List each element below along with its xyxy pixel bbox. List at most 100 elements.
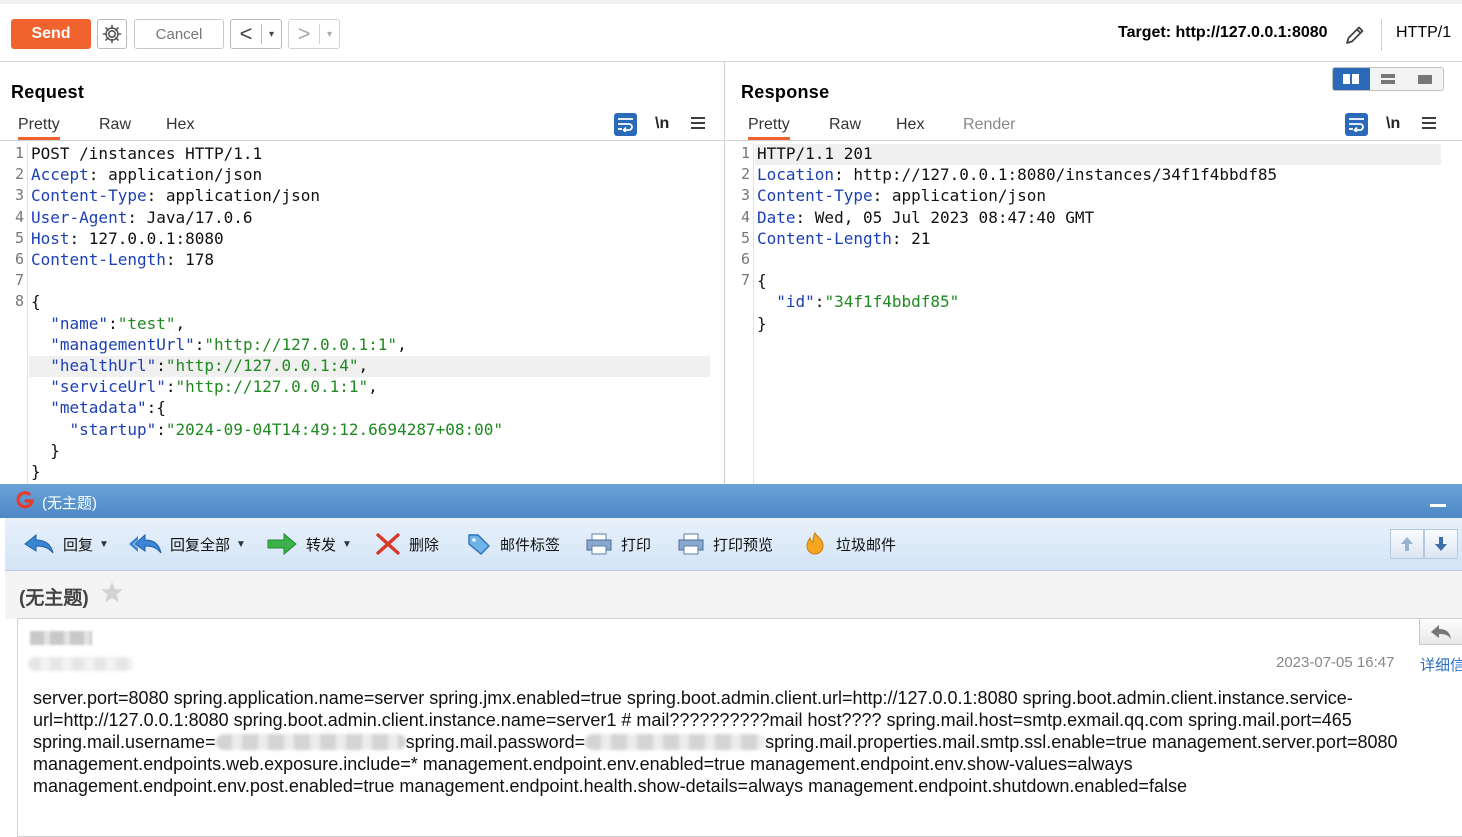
word-wrap-button[interactable] [614,113,637,136]
code-text: } [31,462,41,481]
star-icon[interactable] [101,581,123,603]
code-line: "serviceUrl":"http://127.0.0.1:1", [31,377,378,396]
delete-label: 删除 [409,536,440,554]
header-name: Content-Type [31,186,147,206]
edit-icon[interactable] [1342,22,1368,48]
settings-button[interactable] [97,19,127,49]
word-wrap-button[interactable] [1345,113,1368,136]
header-separator: : [834,165,854,185]
layout-tabs-button[interactable] [1406,68,1443,90]
print-icon [586,533,612,555]
redacted-username [215,734,406,750]
code-line: } [757,314,767,333]
print-button[interactable]: 打印 [585,530,651,558]
sender-address-redacted [28,657,134,671]
show-newlines-button[interactable]: \n [1386,115,1400,133]
tab-raw[interactable]: Raw [99,116,131,134]
spam-button[interactable]: 垃圾邮件 [802,530,896,558]
forward-dropdown-icon[interactable]: ▾ [319,24,339,44]
back-button[interactable]: < ▾ [230,19,282,49]
layout-toggle[interactable] [1332,67,1444,91]
delete-icon [376,533,400,555]
previous-mail-button[interactable] [1390,529,1424,559]
back-dropdown-icon[interactable]: ▾ [261,24,281,44]
code-line: Content-Length: 178 [31,250,214,269]
reply-button[interactable]: 回复 ▼ [23,530,109,558]
line-number: 7 [740,271,750,290]
line-number: 5 [14,228,24,247]
mail-tag-label: 邮件标签 [500,536,561,554]
json-key: "id" [776,292,815,312]
print-label: 打印 [621,536,652,554]
layout-stacked-button[interactable] [1370,68,1407,90]
cancel-button[interactable]: Cancel [134,19,224,49]
request-pane: Request Pretty Raw Hex \n 1 2 3 4 5 6 7 8 POST … [0,62,725,484]
header-separator: : [88,165,109,185]
mail-tag-button[interactable]: 邮件标签 [466,530,560,558]
json-key: "serviceUrl" [50,377,166,397]
json-key: "managementUrl" [50,334,195,354]
mail-username-key: spring.mail.username= [33,732,216,752]
send-button[interactable]: Send [11,19,91,49]
line-number: 7 [14,271,24,290]
mail-content-line: url=http://127.0.0.1:8080 spring.boot.ad… [33,710,1352,730]
response-editor[interactable]: 1 2 3 4 5 6 7 HTTP/1.1 201 Location: http://127… [726,142,1462,484]
code-line: "name":"test", [31,314,185,333]
line-number: 2 [14,165,24,184]
request-editor[interactable]: 1 2 3 4 5 6 7 8 POST /instances HTTP/1.1 Accept:… [0,142,724,484]
json-value: "http://127.0.0.1:1" [204,334,398,354]
json-punctuation: , [175,313,186,333]
print-preview-button[interactable]: 打印预览 [677,530,773,558]
tab-pretty[interactable]: Pretty [18,116,60,140]
tab-raw[interactable]: Raw [829,116,861,134]
http-version-selector[interactable]: HTTP/1 [1396,24,1451,42]
code-text: { [757,271,767,291]
tab-render[interactable]: Render [963,116,1015,134]
header-name: Content-Type [757,186,873,206]
json-colon: : [156,419,166,439]
code-line: Host: 127.0.0.1:8080 [31,229,224,248]
show-newlines-button[interactable]: \n [655,115,669,133]
delete-button[interactable]: 删除 [375,530,439,558]
header-value: application/json [165,186,320,206]
layout-side-by-side-button[interactable] [1333,68,1370,90]
json-colon: : [165,377,176,397]
json-value: "http://127.0.0.1:4" [165,356,359,375]
json-punctuation: { [156,398,166,418]
mail-content-line: spring.mail.username= spring.mail.passwor… [33,731,1458,753]
chevron-down-icon: ▼ [236,538,246,550]
mail-content-line: management.endpoints.web.exposure.includ… [33,754,1133,774]
reply-all-button[interactable]: 回复全部 ▼ [128,530,246,558]
response-title: Response [741,82,830,102]
tab-hex[interactable]: Hex [896,116,924,134]
forward-mail-button[interactable]: 转发 ▼ [266,530,352,558]
quick-reply-button[interactable] [1419,619,1462,645]
mail-detail-link[interactable]: 详细信 [1420,654,1462,675]
menu-icon[interactable] [1422,116,1436,130]
line-number: 4 [14,207,24,226]
line-number: 3 [740,186,750,205]
menu-icon[interactable] [691,116,705,130]
header-name: Location [757,165,835,185]
tab-hex[interactable]: Hex [166,116,194,134]
code-line: User-Agent: Java/17.0.6 [31,208,253,227]
json-colon: : [814,292,825,312]
json-key: "startup" [69,419,157,439]
minimize-button[interactable] [1430,504,1446,507]
next-mail-button[interactable] [1424,529,1458,559]
code-line: Content-Length: 21 [757,229,930,248]
header-value: application/json [108,165,263,185]
json-value: "34f1f4bbdf85" [824,292,960,312]
header-name: Accept [31,165,89,185]
json-punctuation: , [397,334,407,354]
tab-pretty[interactable]: Pretty [748,116,790,140]
forward-button[interactable]: > ▾ [288,19,340,49]
code-text: { [31,292,41,312]
header-separator: : [127,207,147,227]
code-line: Content-Type: application/json [757,186,1046,205]
line-number: 1 [740,144,750,162]
header-separator: : [165,250,186,269]
header-value: http://127.0.0.1:8080/instances/34f1f4bb… [853,165,1278,185]
